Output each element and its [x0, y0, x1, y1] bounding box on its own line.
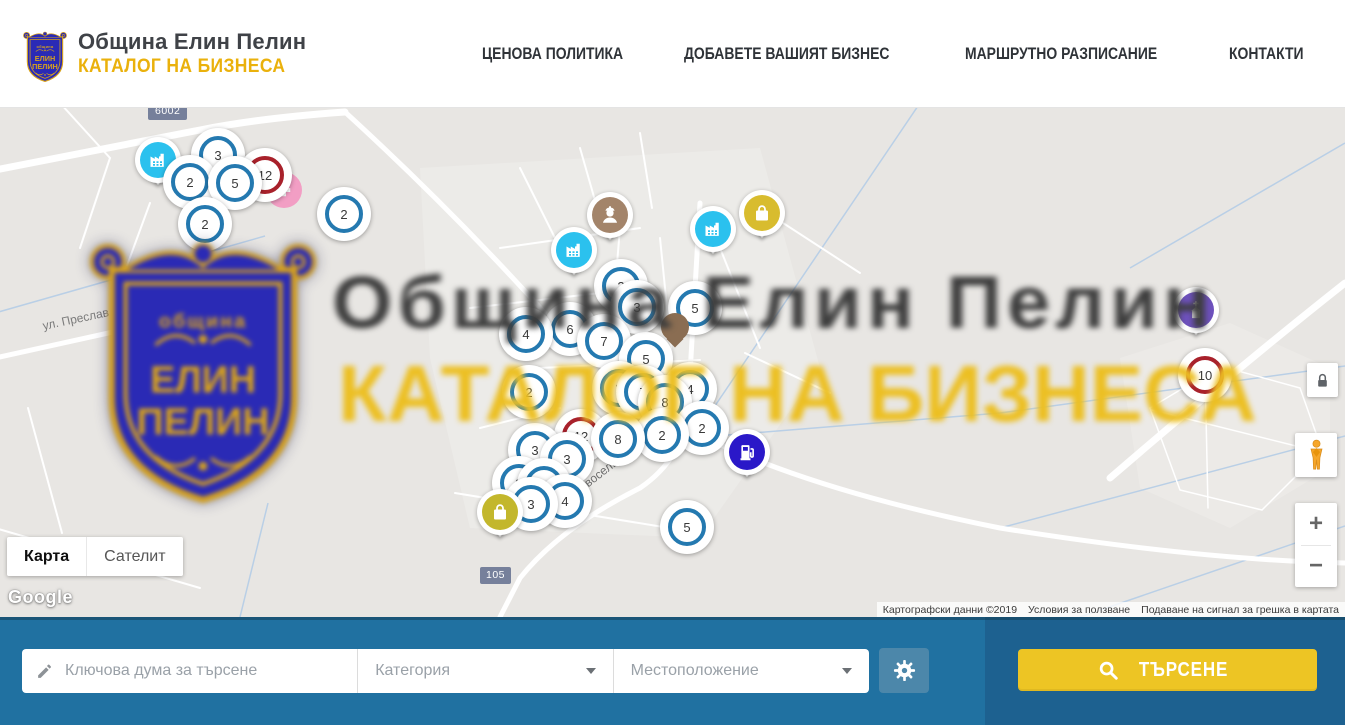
google-logo: Google: [8, 587, 73, 608]
lock-button[interactable]: [1307, 363, 1338, 397]
header: община ЕЛИН ПЕЛИН Община Елин Пелин КАТА…: [0, 0, 1345, 108]
fuel-icon: [729, 434, 765, 470]
map-type-map-button[interactable]: Карта: [7, 537, 86, 576]
map-canvas[interactable]: 6002105ул. Преславбул. „Новоселци“ 32512…: [0, 108, 1345, 617]
main-nav: ЦЕНОВА ПОЛИТИКА ДОБАВЕТЕ ВАШИЯТ БИЗНЕС М…: [482, 44, 1320, 64]
site-logo[interactable]: община ЕЛИН ПЕЛИН Община Елин Пелин КАТА…: [22, 24, 306, 84]
road-number-badge: 105: [480, 567, 511, 584]
search-button-label: ТЪРСЕНЕ: [1139, 659, 1228, 682]
crest-name-line2: ПЕЛИН: [32, 61, 58, 70]
nav-pricing-policy[interactable]: ЦЕНОВА ПОЛИТИКА: [482, 44, 623, 64]
search-fields: Категория Местоположение: [22, 649, 869, 693]
map-attribution: Картографски данни ©2019 Условия за полз…: [877, 602, 1345, 617]
cluster-marker[interactable]: 2: [178, 197, 232, 251]
church-icon: [1178, 292, 1214, 328]
factory-pin[interactable]: [551, 227, 597, 273]
search-button[interactable]: ТЪРСЕНЕ: [1018, 649, 1317, 691]
category-dropdown-label: Категория: [375, 662, 450, 680]
church-pin[interactable]: [1173, 287, 1219, 333]
cluster-marker[interactable]: 8: [591, 412, 645, 466]
bag-pin[interactable]: [477, 489, 523, 535]
chevron-down-icon: [586, 668, 596, 674]
pegman-icon: [1307, 439, 1326, 471]
keyword-input[interactable]: [65, 662, 343, 680]
search-icon: [1098, 660, 1119, 681]
zoom-control: + −: [1295, 503, 1337, 587]
cluster-marker[interactable]: 5: [660, 500, 714, 554]
category-dropdown[interactable]: Категория: [358, 649, 612, 693]
keyword-field[interactable]: [22, 649, 357, 693]
cluster-marker[interactable]: 2: [317, 187, 371, 241]
attribution-terms-link[interactable]: Условия за ползване: [1028, 604, 1130, 616]
municipality-crest-icon: община ЕЛИН ПЕЛИН: [22, 26, 68, 84]
site-subtitle: КАТАЛОГ НА БИЗНЕСА: [78, 56, 285, 78]
map-type-control: Карта Сателит: [7, 537, 183, 576]
factory-icon: [695, 211, 731, 247]
crest-top-text: община: [36, 45, 54, 49]
crest-name-line1: ЕЛИН: [35, 53, 55, 62]
search-section: Категория Местоположение: [0, 617, 1345, 725]
location-dropdown[interactable]: Местоположение: [614, 649, 869, 693]
cluster-marker[interactable]: 10: [1178, 348, 1232, 402]
attribution-report-error-link[interactable]: Подаване на сигнал за грешка в картата: [1141, 604, 1339, 616]
worker-icon: [592, 197, 628, 233]
location-dropdown-label: Местоположение: [631, 662, 759, 680]
fuel-pin[interactable]: [724, 429, 770, 475]
bag-icon: [482, 494, 518, 530]
chevron-down-icon: [842, 668, 852, 674]
cluster-marker[interactable]: 2: [502, 365, 556, 419]
factory-pin[interactable]: [690, 206, 736, 252]
advanced-settings-button[interactable]: [879, 648, 929, 693]
padlock-icon: [1315, 372, 1330, 389]
factory-icon: [556, 232, 592, 268]
gear-icon: [893, 659, 916, 682]
road-number-badge: 6002: [148, 108, 187, 120]
zoom-out-button[interactable]: −: [1295, 546, 1337, 588]
site-title: Община Елин Пелин: [78, 29, 306, 55]
nav-add-your-business[interactable]: ДОБАВЕТЕ ВАШИЯТ БИЗНЕС: [684, 44, 889, 64]
zoom-in-button[interactable]: +: [1295, 503, 1337, 545]
nav-route-schedule[interactable]: МАРШРУТНО РАЗПИСАНИЕ: [965, 44, 1157, 64]
nav-contacts[interactable]: КОНТАКТИ: [1229, 44, 1304, 64]
attribution-copyright: Картографски данни ©2019: [883, 604, 1017, 616]
bag-pin[interactable]: [739, 190, 785, 236]
cluster-marker[interactable]: 4: [499, 307, 553, 361]
map-type-satellite-button[interactable]: Сателит: [86, 537, 182, 576]
bag-icon: [744, 195, 780, 231]
pegman-street-view-button[interactable]: [1295, 433, 1337, 477]
pencil-icon: [36, 663, 53, 680]
